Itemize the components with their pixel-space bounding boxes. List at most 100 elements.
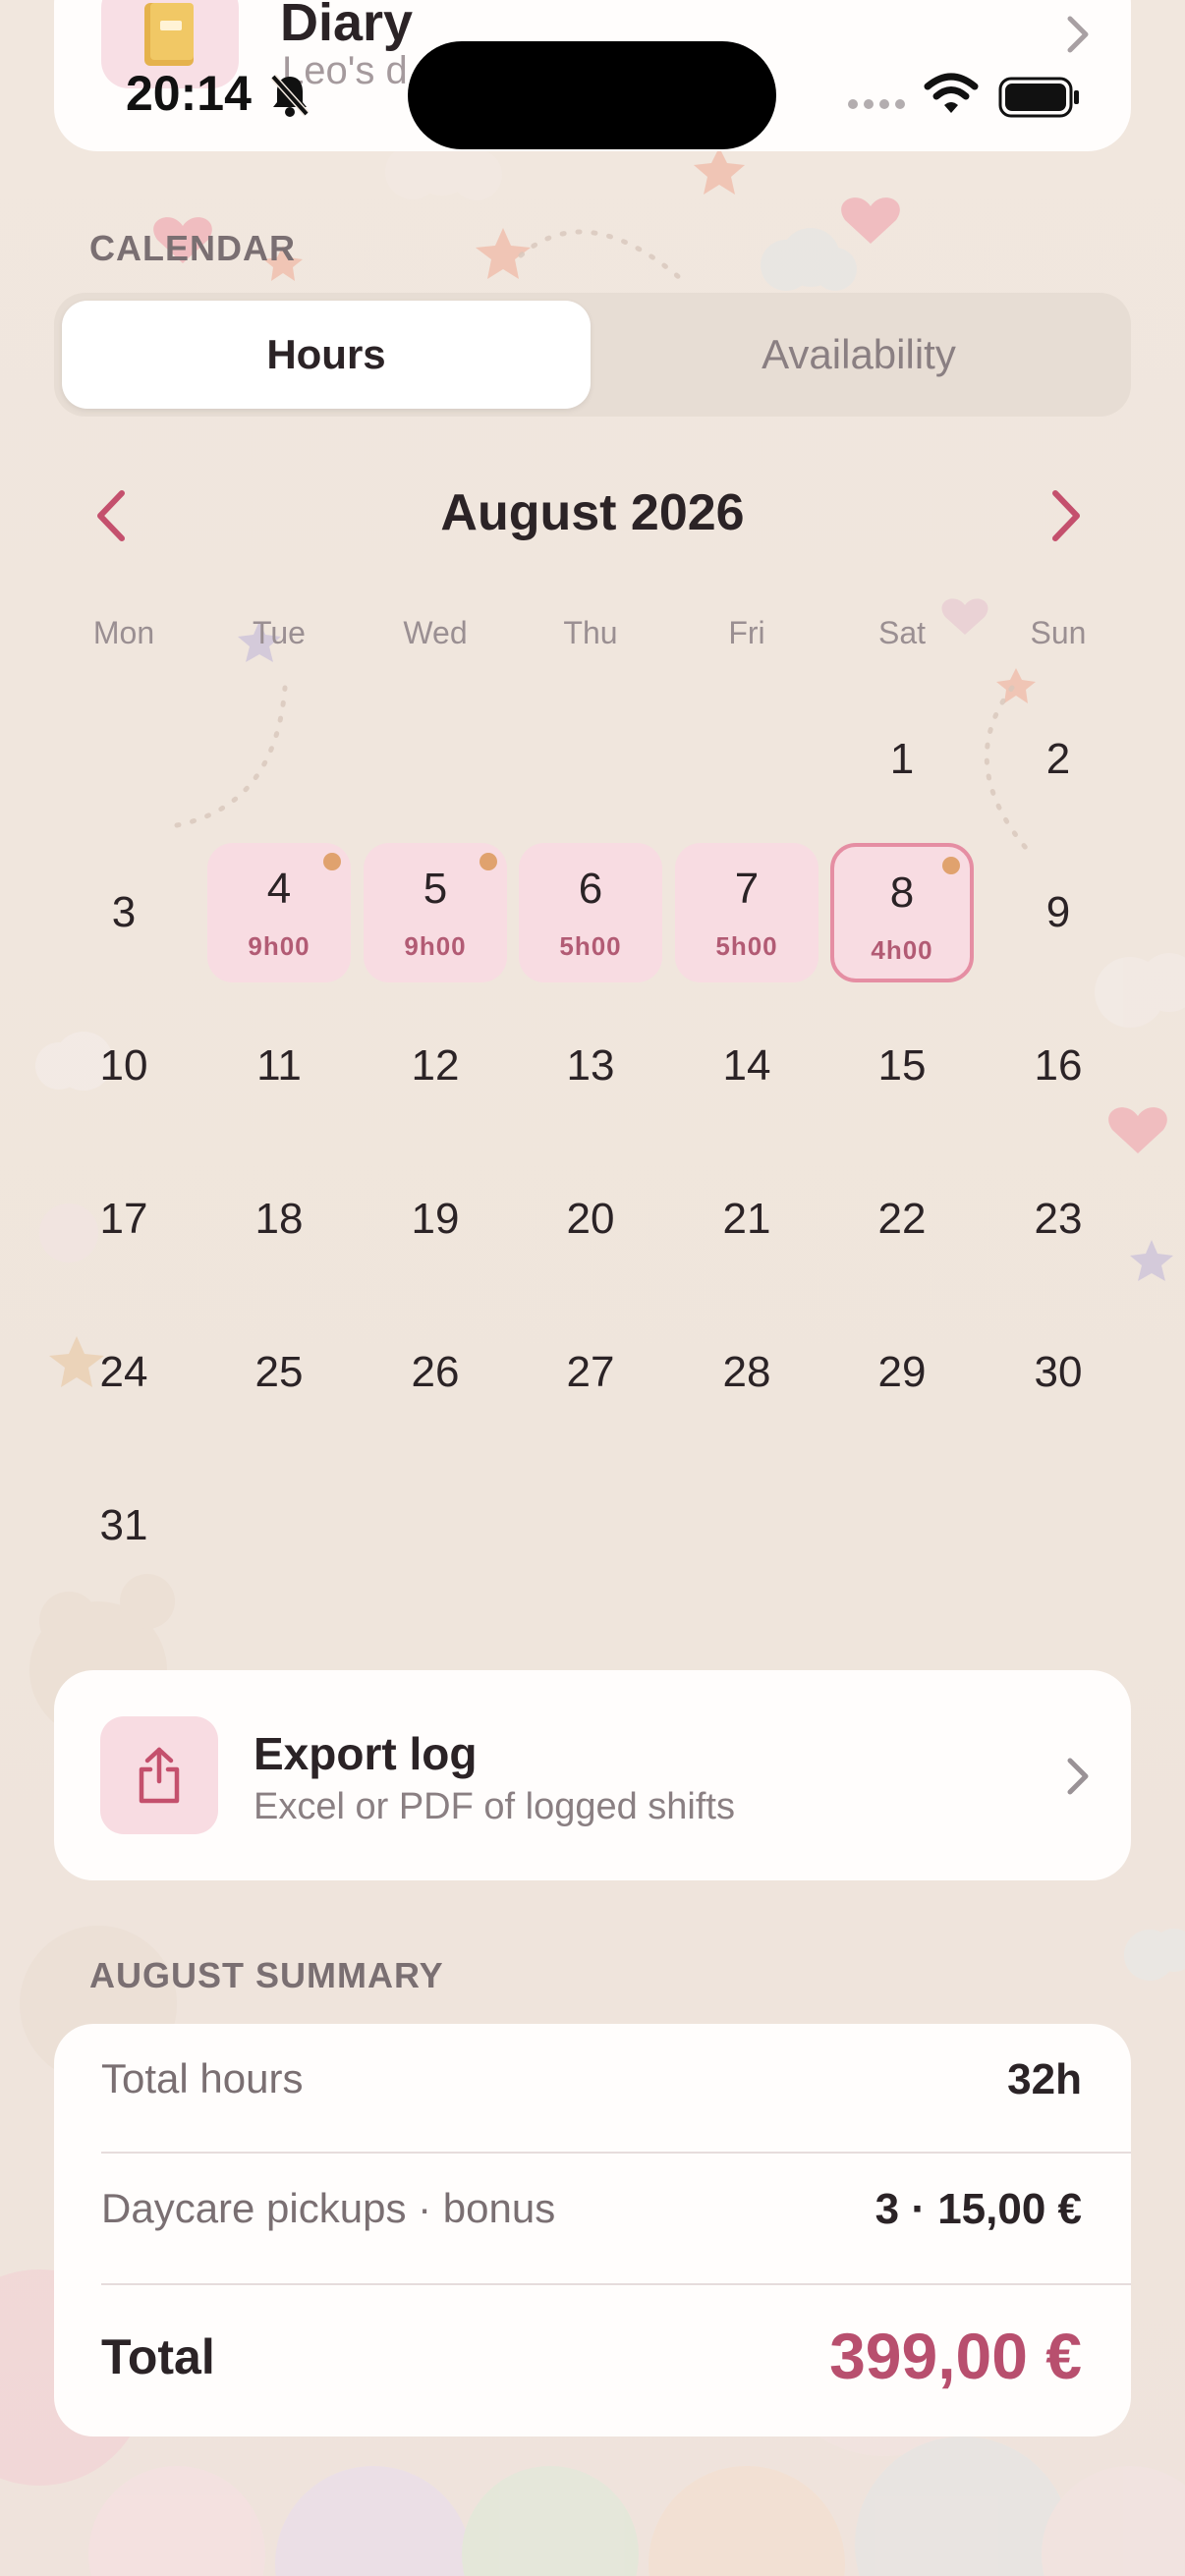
battery-icon bbox=[998, 77, 1081, 123]
chevron-right-icon bbox=[1066, 15, 1090, 59]
day-hours: 5h00 bbox=[715, 931, 778, 961]
summary-card: Total hours 32h Daycare pickups · bonus … bbox=[54, 2024, 1131, 2436]
day-number: 2 bbox=[1045, 735, 1071, 783]
calendar-day-13[interactable]: 13 bbox=[519, 996, 662, 1136]
day-number: 20 bbox=[566, 1195, 615, 1243]
day-number: 4 bbox=[266, 865, 292, 913]
day-number: 23 bbox=[1034, 1195, 1083, 1243]
weekday-label: Wed bbox=[403, 615, 468, 650]
calendar-day-4[interactable]: 4 9h00 bbox=[207, 843, 351, 982]
export-log-title: Export log bbox=[254, 1728, 478, 1779]
bell-slash-icon bbox=[269, 73, 310, 123]
calendar-day-10[interactable]: 10 bbox=[52, 996, 196, 1136]
day-hours: 4h00 bbox=[871, 935, 933, 965]
status-time: 20:14 bbox=[126, 66, 252, 121]
calendar-day-3[interactable]: 3 bbox=[52, 843, 196, 982]
calendar-day-26[interactable]: 26 bbox=[364, 1303, 507, 1442]
calendar-day-9[interactable]: 9 bbox=[987, 843, 1130, 982]
calendar-day-15[interactable]: 15 bbox=[830, 996, 974, 1136]
day-number: 6 bbox=[578, 865, 603, 913]
chevron-left-icon[interactable] bbox=[94, 489, 128, 547]
calendar-day-18[interactable]: 18 bbox=[207, 1149, 351, 1289]
day-number: 5 bbox=[423, 865, 448, 913]
weekday-label: Mon bbox=[92, 615, 155, 650]
event-dot bbox=[480, 853, 497, 870]
day-number: 24 bbox=[99, 1348, 148, 1396]
calendar-day-19[interactable]: 19 bbox=[364, 1149, 507, 1289]
weekday-label: Tue bbox=[253, 615, 306, 650]
month-title: August 2026 bbox=[440, 484, 745, 541]
total-value: 399,00 € bbox=[829, 2320, 1082, 2392]
day-number: 1 bbox=[889, 735, 915, 783]
day-number: 25 bbox=[254, 1348, 304, 1396]
calendar-day-8[interactable]: 8 4h00 bbox=[830, 843, 974, 982]
summary-label: Total hours bbox=[101, 2055, 304, 2101]
day-number: 10 bbox=[99, 1041, 148, 1090]
chevron-right-icon[interactable] bbox=[1049, 489, 1083, 547]
summary-value: 32h bbox=[1007, 2055, 1082, 2103]
calendar-day-25[interactable]: 25 bbox=[207, 1303, 351, 1442]
weekday-label: Thu bbox=[563, 615, 618, 650]
diary-title: Diary bbox=[280, 0, 414, 52]
calendar-day-24[interactable]: 24 bbox=[52, 1303, 196, 1442]
weekday-label: Sat bbox=[877, 615, 927, 650]
calendar-day-28[interactable]: 28 bbox=[675, 1303, 818, 1442]
calendar-day-7[interactable]: 7 5h00 bbox=[675, 843, 818, 982]
tab-availability[interactable]: Availability bbox=[594, 301, 1123, 409]
share-icon bbox=[100, 1716, 218, 1834]
calendar-day-2[interactable]: 2 bbox=[987, 690, 1130, 829]
calendar-day-20[interactable]: 20 bbox=[519, 1149, 662, 1289]
calendar-day-23[interactable]: 23 bbox=[987, 1149, 1130, 1289]
calendar-day-11[interactable]: 11 bbox=[207, 996, 351, 1136]
summary-row-daycare-pickups: Daycare pickups · bonus 3 · 15,00 € bbox=[101, 2185, 1082, 2244]
calendar-day-6[interactable]: 6 5h00 bbox=[519, 843, 662, 982]
summary-label: Daycare pickups · bonus bbox=[101, 2185, 556, 2231]
day-number: 30 bbox=[1034, 1348, 1083, 1396]
calendar-day-30[interactable]: 30 bbox=[987, 1303, 1130, 1442]
signal-icon bbox=[847, 96, 906, 117]
calendar-day-21[interactable]: 21 bbox=[675, 1149, 818, 1289]
chevron-right-icon bbox=[1066, 1757, 1090, 1801]
calendar-day-12[interactable]: 12 bbox=[364, 996, 507, 1136]
weekday-label: Sun bbox=[1030, 615, 1087, 650]
total-label: Total bbox=[101, 2329, 215, 2384]
day-number: 11 bbox=[256, 1041, 302, 1090]
divider bbox=[101, 2283, 1131, 2285]
calendar-day-31[interactable]: 31 bbox=[52, 1456, 196, 1596]
day-number: 29 bbox=[877, 1348, 927, 1396]
calendar-day-1[interactable]: 1 bbox=[830, 690, 974, 829]
summary-value: 3 · 15,00 € bbox=[875, 2185, 1082, 2233]
calendar-day-27[interactable]: 27 bbox=[519, 1303, 662, 1442]
export-log-subtitle: Excel or PDF of logged shifts bbox=[254, 1786, 735, 1827]
dynamic-island bbox=[408, 41, 776, 149]
summary-row-total-hours: Total hours 32h bbox=[101, 2055, 1082, 2114]
calendar-day-14[interactable]: 14 bbox=[675, 996, 818, 1136]
day-number: 28 bbox=[722, 1348, 771, 1396]
day-number: 15 bbox=[877, 1041, 927, 1090]
day-number: 26 bbox=[411, 1348, 460, 1396]
calendar-day-5[interactable]: 5 9h00 bbox=[364, 843, 507, 982]
calendar-day-22[interactable]: 22 bbox=[830, 1149, 974, 1289]
day-number: 31 bbox=[99, 1501, 148, 1549]
day-number: 9 bbox=[1045, 888, 1071, 936]
calendar-section-label: CALENDAR bbox=[89, 228, 296, 268]
calendar-day-17[interactable]: 17 bbox=[52, 1149, 196, 1289]
event-dot bbox=[942, 857, 960, 874]
weekday-label: Fri bbox=[728, 615, 765, 650]
summary-row-total: Total 399,00 € bbox=[101, 2319, 1082, 2397]
export-log-card[interactable]: Export log Excel or PDF of logged shifts bbox=[54, 1670, 1131, 1880]
day-number: 12 bbox=[411, 1041, 460, 1090]
calendar-day-29[interactable]: 29 bbox=[830, 1303, 974, 1442]
summary-section-label: AUGUST SUMMARY bbox=[89, 1955, 444, 1995]
day-number: 3 bbox=[111, 888, 137, 936]
day-hours: 9h00 bbox=[248, 931, 310, 961]
calendar-day-16[interactable]: 16 bbox=[987, 996, 1130, 1136]
day-number: 14 bbox=[722, 1041, 771, 1090]
event-dot bbox=[323, 853, 341, 870]
day-number: 7 bbox=[734, 865, 760, 913]
day-hours: 9h00 bbox=[404, 931, 467, 961]
day-number: 22 bbox=[877, 1195, 927, 1243]
day-number: 17 bbox=[99, 1195, 148, 1243]
day-number: 16 bbox=[1034, 1041, 1083, 1090]
tab-hours[interactable]: Hours bbox=[62, 301, 591, 409]
